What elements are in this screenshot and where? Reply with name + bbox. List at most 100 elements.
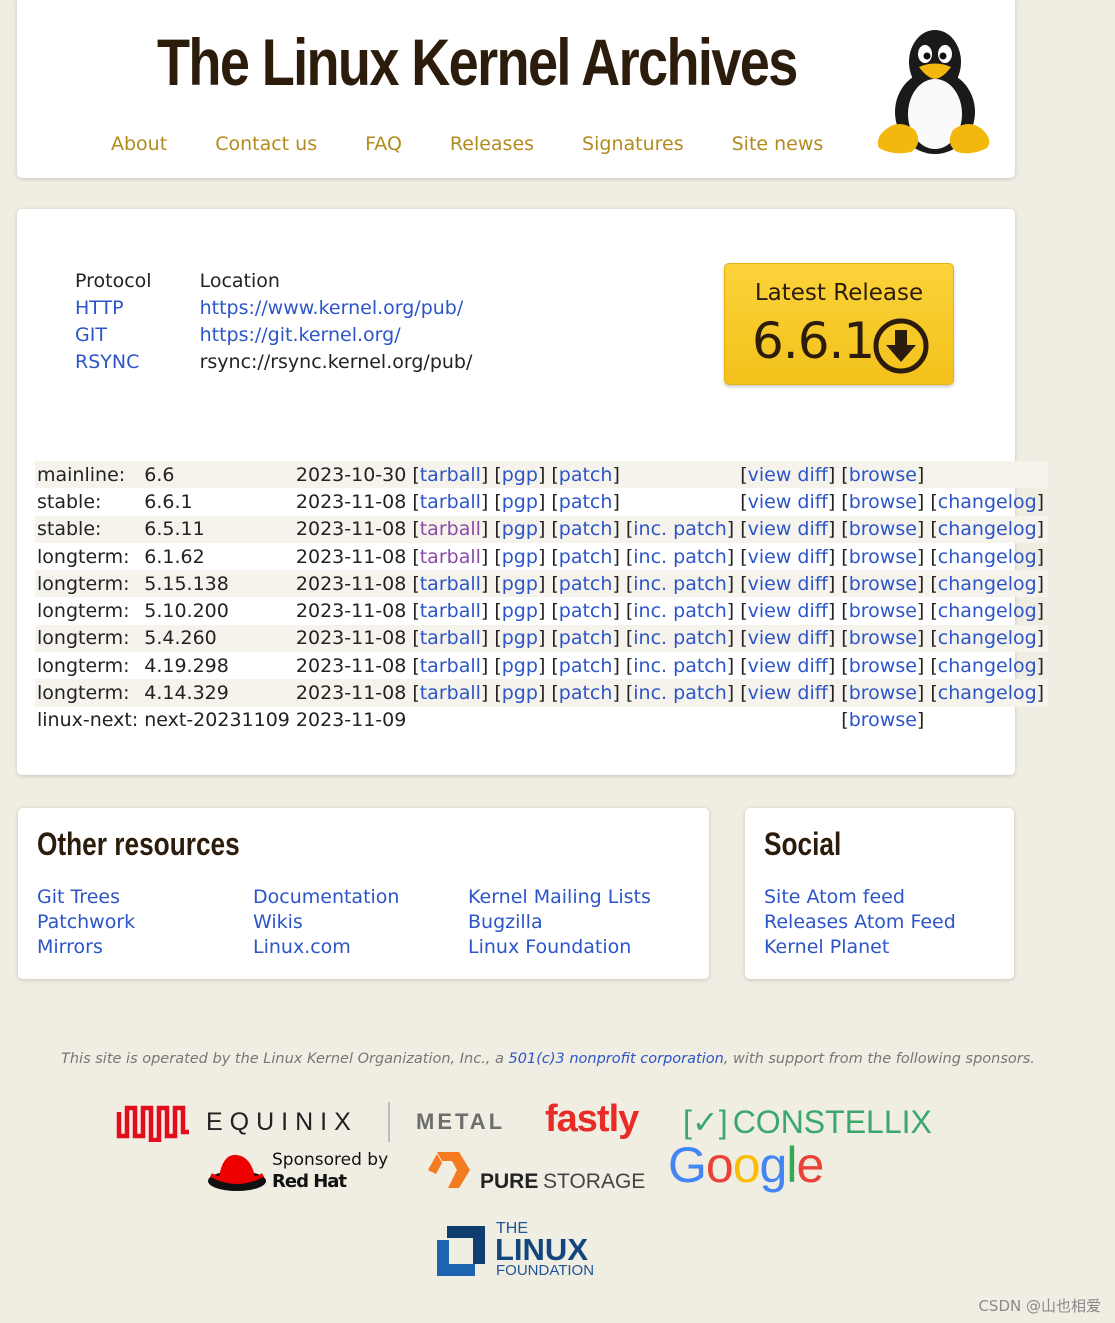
link-linux-com[interactable]: Linux.com [253, 935, 399, 960]
location-git-link[interactable]: https://git.kernel.org/ [200, 324, 401, 346]
browse-link[interactable]: browse [849, 627, 917, 649]
tarball-link[interactable]: tarball [420, 682, 481, 704]
bracket: [ [930, 600, 938, 623]
view-diff-link[interactable]: view diff [748, 600, 828, 622]
nonprofit-link[interactable]: 501(c)3 nonprofit corporation [509, 1051, 724, 1067]
pgp-link[interactable]: pgp [502, 655, 538, 677]
view-diff-link[interactable]: view diff [748, 546, 828, 568]
link-kernel-mailing-lists[interactable]: Kernel Mailing Lists [468, 885, 651, 910]
patch-link[interactable]: patch [559, 655, 613, 677]
link-documentation[interactable]: Documentation [253, 885, 399, 910]
patch-link[interactable]: patch [559, 573, 613, 595]
pgp-link[interactable]: pgp [502, 573, 538, 595]
browse-link[interactable]: browse [849, 682, 917, 704]
link-mirrors[interactable]: Mirrors [37, 935, 135, 960]
tarball-link[interactable]: tarball [420, 627, 481, 649]
browse-link[interactable]: browse [849, 573, 917, 595]
nav-signatures[interactable]: Signatures [582, 133, 684, 155]
changelog-link[interactable]: changelog [938, 546, 1037, 568]
patch-link[interactable]: patch [559, 682, 613, 704]
bracket: [ [740, 545, 748, 568]
inc-patch-link[interactable]: inc. patch [633, 518, 727, 540]
bracket: [ [412, 654, 420, 677]
link-patchwork[interactable]: Patchwork [37, 910, 135, 935]
nav-releases[interactable]: Releases [450, 133, 534, 155]
release-cell: [pgp] [492, 488, 549, 515]
tarball-link[interactable]: tarball [420, 464, 481, 486]
purestorage-logo[interactable]: PURE STORAGE [424, 1146, 645, 1196]
view-diff-link[interactable]: view diff [748, 682, 828, 704]
patch-link[interactable]: patch [559, 491, 613, 513]
inc-patch-link[interactable]: inc. patch [633, 627, 727, 649]
tarball-link[interactable]: tarball [420, 491, 481, 513]
view-diff-link[interactable]: view diff [748, 627, 828, 649]
changelog-link[interactable]: changelog [938, 491, 1037, 513]
pgp-link[interactable]: pgp [502, 627, 538, 649]
inc-patch-link[interactable]: inc. patch [633, 655, 727, 677]
equinix-metal-logo[interactable]: EQUINIX METAL [116, 1100, 516, 1145]
sponsored-by-label: Sponsored by [272, 1150, 389, 1170]
link-kernel-planet[interactable]: Kernel Planet [764, 935, 956, 960]
link-site-atom-feed[interactable]: Site Atom feed [764, 885, 956, 910]
inc-patch-link[interactable]: inc. patch [633, 600, 727, 622]
changelog-link[interactable]: changelog [938, 518, 1037, 540]
browse-link[interactable]: browse [849, 600, 917, 622]
pgp-link[interactable]: pgp [502, 491, 538, 513]
site-title[interactable]: The Linux Kernel Archives [157, 24, 798, 100]
tarball-link[interactable]: tarball [420, 600, 481, 622]
view-diff-link[interactable]: view diff [748, 573, 828, 595]
link-git-trees[interactable]: Git Trees [37, 885, 135, 910]
browse-link[interactable]: browse [849, 655, 917, 677]
bracket: ] [1036, 490, 1045, 513]
view-diff-link[interactable]: view diff [748, 464, 828, 486]
browse-link[interactable]: browse [849, 546, 917, 568]
protocol-http[interactable]: HTTP [75, 297, 124, 319]
link-linux-foundation[interactable]: Linux Foundation [468, 935, 651, 960]
patch-link[interactable]: patch [559, 464, 613, 486]
protocol-rsync[interactable]: RSYNC [75, 351, 139, 373]
nav-about[interactable]: About [111, 133, 167, 155]
changelog-link[interactable]: changelog [938, 627, 1037, 649]
pgp-link[interactable]: pgp [502, 464, 538, 486]
patch-link[interactable]: patch [559, 627, 613, 649]
link-bugzilla[interactable]: Bugzilla [468, 910, 651, 935]
nav-faq[interactable]: FAQ [365, 133, 402, 155]
nav-site-news[interactable]: Site news [732, 133, 824, 155]
location-http-link[interactable]: https://www.kernel.org/pub/ [200, 297, 464, 319]
redhat-logo[interactable]: Sponsored by Red Hat [207, 1147, 397, 1195]
protocol-git[interactable]: GIT [75, 324, 107, 346]
inc-patch-link[interactable]: inc. patch [633, 573, 727, 595]
changelog-link[interactable]: changelog [938, 655, 1037, 677]
patch-link[interactable]: patch [559, 518, 613, 540]
inc-patch-link[interactable]: inc. patch [633, 682, 727, 704]
latest-release-button[interactable]: Latest Release 6.6.1 [724, 263, 954, 385]
tarball-link[interactable]: tarball [420, 655, 481, 677]
linux-foundation-logo[interactable]: THE LINUX FOUNDATION [433, 1220, 608, 1280]
pgp-link[interactable]: pgp [502, 682, 538, 704]
changelog-link[interactable]: changelog [938, 600, 1037, 622]
pgp-link[interactable]: pgp [502, 518, 538, 540]
link-wikis[interactable]: Wikis [253, 910, 399, 935]
tarball-link[interactable]: tarball [420, 573, 481, 595]
changelog-link[interactable]: changelog [938, 573, 1037, 595]
tarball-link[interactable]: tarball [420, 546, 481, 568]
link-releases-atom-feed[interactable]: Releases Atom Feed [764, 910, 956, 935]
fastly-logo[interactable]: fastly [545, 1098, 639, 1141]
browse-link[interactable]: browse [849, 464, 917, 486]
release-cell [624, 707, 738, 734]
inc-patch-link[interactable]: inc. patch [633, 546, 727, 568]
pgp-link[interactable]: pgp [502, 600, 538, 622]
changelog-link[interactable]: changelog [938, 682, 1037, 704]
view-diff-link[interactable]: view diff [748, 518, 828, 540]
pgp-link[interactable]: pgp [502, 546, 538, 568]
patch-link[interactable]: patch [559, 546, 613, 568]
view-diff-link[interactable]: view diff [748, 491, 828, 513]
browse-link[interactable]: browse [849, 518, 917, 540]
browse-link[interactable]: browse [849, 491, 917, 513]
tarball-link[interactable]: tarball [420, 518, 481, 540]
patch-link[interactable]: patch [559, 600, 613, 622]
browse-link[interactable]: browse [849, 709, 917, 731]
nav-contact-us[interactable]: Contact us [215, 133, 317, 155]
google-logo[interactable]: Google [668, 1136, 824, 1194]
view-diff-link[interactable]: view diff [748, 655, 828, 677]
